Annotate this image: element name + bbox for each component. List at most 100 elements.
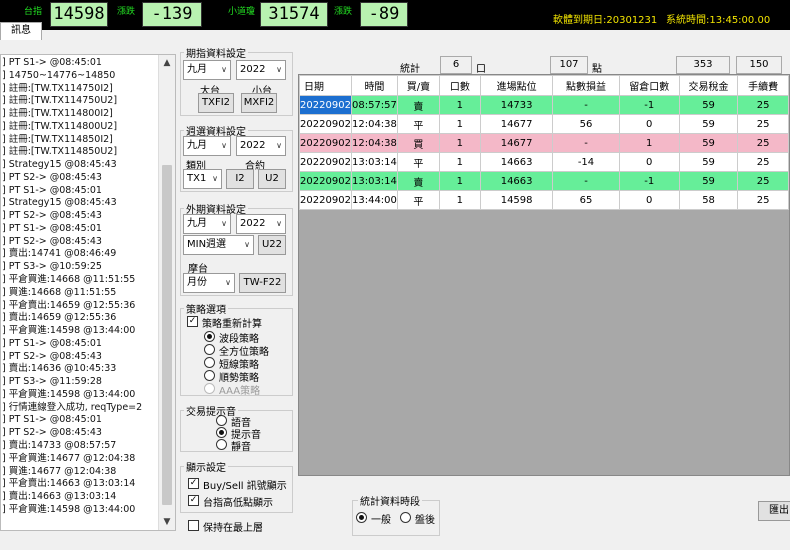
log-line: ] 平倉賣出:14659 @12:55:36 — [2, 299, 136, 311]
strategy-option-label: AAA策略 — [219, 386, 261, 397]
table-row[interactable]: 20220902 08:57:57 賣 1 14733- -1 59 25 — [299, 95, 789, 115]
futures-month-select[interactable]: 九月 ∨ — [183, 60, 231, 80]
interval-select[interactable]: MIN週選 ∨ — [183, 235, 254, 255]
table-cell: 20220902 — [299, 133, 352, 153]
column-header[interactable]: 口數 — [438, 75, 481, 96]
log-scrollbar[interactable]: ▲ ▼ — [158, 55, 175, 530]
export-button[interactable]: 匯出 — [758, 501, 790, 521]
log-line: ] 平倉買進:14598 @13:44:00 — [2, 325, 136, 337]
scroll-thumb[interactable] — [162, 165, 172, 505]
table-cell: 59 — [678, 114, 739, 134]
table-cell: 平 — [396, 114, 440, 134]
sound-radio[interactable] — [216, 439, 227, 450]
log-line: ] 註冊:[TW.TX114850I2] — [2, 133, 113, 145]
table-cell: 1 — [438, 152, 481, 172]
column-header[interactable]: 時間 — [350, 75, 398, 96]
chevron-down-icon: ∨ — [276, 141, 282, 150]
log-line: ] 註冊:[TW.TX114750U2] — [2, 95, 118, 107]
column-header[interactable]: 進場點位 — [479, 75, 554, 96]
strategy-radio[interactable] — [204, 331, 215, 342]
futures-year-value: 2022 — [240, 64, 266, 75]
chevron-down-icon: ∨ — [212, 174, 218, 183]
tab-messages[interactable]: 訊息 — [0, 22, 42, 40]
table-row[interactable]: 20220902 13:03:14 平 1 14663 -14 0 59 25 — [299, 152, 789, 172]
table-cell: 1 — [438, 133, 481, 153]
weekly-month-select[interactable]: 九月 ∨ — [183, 136, 231, 156]
column-header[interactable]: 日期 — [299, 75, 352, 96]
system-time: 系統時間:13:45:00.00 — [666, 15, 771, 26]
sound-radio[interactable] — [216, 415, 227, 426]
sound-option-label: 靜音 — [231, 442, 251, 453]
weekly-year-select[interactable]: 2022 ∨ — [236, 136, 286, 156]
expiry-date: 軟體到期日:20301231 — [553, 15, 658, 26]
chevron-down-icon: ∨ — [221, 65, 227, 74]
table-cell: 0 — [618, 190, 680, 210]
table-row[interactable]: 20220902 13:03:14 賣 1 14663- -1 59 25 — [299, 171, 789, 191]
sound-radio[interactable] — [216, 427, 227, 438]
category-value: TX1 — [187, 173, 207, 184]
table-cell: 買 — [396, 133, 440, 153]
column-header[interactable]: 手續費 — [737, 75, 789, 96]
interval-value: MIN週選 — [187, 239, 227, 250]
log-line: ] PT S1-> @08:45:01 — [2, 57, 102, 68]
table-cell: 25 — [737, 152, 789, 172]
table-cell: 1 — [438, 190, 481, 210]
table-cell: 0 — [618, 152, 680, 172]
table-cell: 25 — [737, 190, 789, 210]
table-cell: -14 — [552, 152, 620, 172]
message-log[interactable]: ] PT S1-> @08:45:01] 14750~14776~14850] … — [0, 54, 176, 531]
table-row[interactable]: 20220902 13:44:00 平 1 14598 65 0 58 25 — [299, 190, 789, 210]
log-line: ] Strategy15 @08:45:43 — [2, 197, 117, 209]
small-contract-button[interactable]: MXFI2 — [241, 93, 277, 113]
points-unit: 點 — [592, 64, 602, 75]
table-cell: - — [552, 133, 620, 153]
log-lines: ] PT S1-> @08:45:01] 14750~14776~14850] … — [1, 57, 159, 517]
table-cell: 14677 — [479, 133, 554, 153]
mt-contract-button[interactable]: TW-F22 — [239, 273, 286, 293]
table-cell: 25 — [737, 95, 789, 115]
foreign-year-select[interactable]: 2022 ∨ — [236, 214, 286, 234]
big-contract-button[interactable]: TXFI2 — [198, 93, 234, 113]
column-header[interactable]: 留倉口數 — [618, 75, 680, 96]
table-header: 日期 時間 買/賣 口數 進場點位 點數損益 留倉口數 交易稅金 手續費 — [299, 75, 789, 96]
column-header[interactable]: 買/賣 — [396, 75, 440, 96]
foreign-month-select[interactable]: 九月 ∨ — [183, 214, 231, 234]
column-header[interactable]: 點數損益 — [552, 75, 620, 96]
table-cell: 65 — [552, 190, 620, 210]
table-row[interactable]: 20220902 12:04:38 買 1 14677-1 59 25 — [299, 133, 789, 153]
scroll-down-icon[interactable]: ▼ — [159, 514, 175, 530]
log-line: ] 平倉買進:14598 @13:44:00 — [2, 388, 136, 400]
futures-year-select[interactable]: 2022 ∨ — [236, 60, 286, 80]
mt-month-select[interactable]: 月份 ∨ — [183, 273, 235, 293]
log-line: ] 賣出:14659 @12:55:36 — [2, 312, 117, 324]
highlow-display-checkbox[interactable]: ✓ — [188, 495, 199, 506]
table-cell: 12:04:38 — [350, 133, 398, 153]
table-cell: 13:03:14 — [350, 171, 398, 191]
trade-table[interactable]: 日期 時間 買/賣 口數 進場點位 點數損益 留倉口數 交易稅金 手續費 20220902 08:… — [298, 74, 790, 476]
period-after-radio[interactable] — [400, 512, 411, 523]
table-cell: 1 — [438, 95, 481, 115]
period-normal-radio[interactable] — [356, 512, 367, 523]
table-row[interactable]: 20220902 12:04:38 平 1 14677 56 0 59 25 — [299, 114, 789, 134]
table-cell: 1 — [438, 171, 481, 191]
strategy-radio[interactable] — [204, 370, 215, 381]
log-line: ] 註冊:[TW.TX114800I2] — [2, 108, 113, 120]
period-title: 統計資料時段 — [358, 493, 422, 508]
recalc-checkbox[interactable]: ✓ — [187, 316, 198, 327]
category-select[interactable]: TX1 ∨ — [183, 169, 222, 189]
weekly-i2-button[interactable]: I2 — [226, 169, 254, 189]
scroll-up-icon[interactable]: ▲ — [159, 55, 175, 71]
column-header[interactable]: 交易稅金 — [678, 75, 739, 96]
foreign-u22-button[interactable]: U22 — [258, 235, 286, 255]
strategy-radio[interactable] — [204, 357, 215, 368]
strategy-radio[interactable] — [204, 344, 215, 355]
always-on-top-checkbox[interactable] — [188, 520, 199, 531]
chevron-down-icon: ∨ — [221, 141, 227, 150]
table-cell: 59 — [678, 152, 739, 172]
log-line: ] PT S1-> @08:45:01 — [2, 414, 102, 426]
weekly-u2-button[interactable]: U2 — [258, 169, 286, 189]
signal-display-label: Buy/Sell 訊號顯示 — [203, 481, 287, 492]
table-cell: 14663 — [479, 152, 554, 172]
weekly-year-value: 2022 — [240, 140, 266, 151]
signal-display-checkbox[interactable]: ✓ — [188, 478, 199, 489]
